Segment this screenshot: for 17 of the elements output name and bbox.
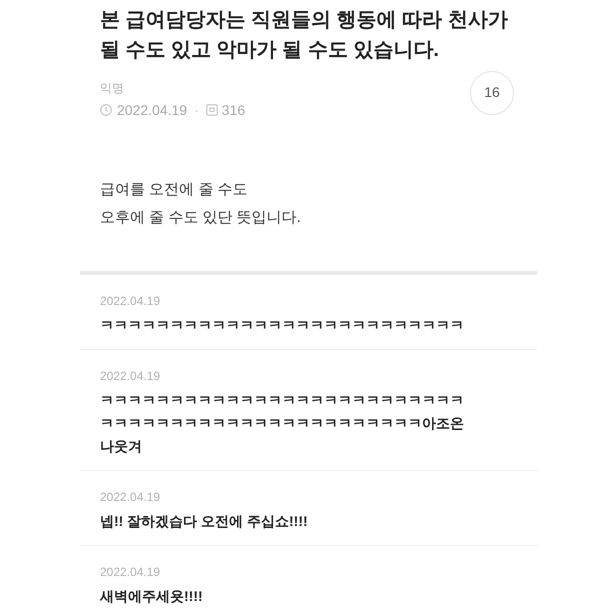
author-name: 익명 — [100, 80, 124, 96]
comment-date: 2022.04.19 — [100, 564, 160, 580]
post-date: 2022.04.19 — [117, 100, 188, 120]
comment-text: 넵!! 잘하겠습다 오전에 주십쇼!!!! — [100, 512, 308, 531]
post-title: 본 급여담당자는 직원들의 행동에 따라 천사가 될 수도 있고 악마가 될 수도 있습니다. — [100, 8, 509, 63]
comment-count-button[interactable]: 16 — [470, 70, 514, 114]
clock-icon — [100, 104, 112, 116]
comment-text: ㅋㅋㅋㅋㅋㅋㅋㅋㅋㅋㅋㅋㅋㅋㅋㅋㅋㅋㅋㅋㅋㅋㅋㅋㅋㅋ — [100, 316, 464, 335]
comment-text: 새벽에주세욧!!!! — [100, 587, 203, 606]
document-icon — [206, 104, 218, 116]
post-body: 급여를 오전에 줄 수도 오후에 줄 수도 있단 뜻입니다. — [100, 180, 301, 228]
view-count: 316 — [222, 100, 246, 120]
comment-date: 2022.04.19 — [100, 368, 160, 384]
comment-text: ㅋㅋㅋㅋㅋㅋㅋㅋㅋㅋㅋㅋㅋㅋㅋㅋㅋㅋㅋㅋㅋㅋㅋㅋㅋㅋㅋㅋㅋㅋㅋㅋㅋㅋㅋㅋㅋㅋㅋㅋㅋㅋㅋㅋㅋㅋㅋㅋㅋ아조온나웃겨 — [100, 391, 465, 456]
comment-date: 2022.04.19 — [100, 293, 160, 309]
comment-date: 2022.04.19 — [100, 489, 160, 505]
separator: · — [194, 100, 199, 120]
